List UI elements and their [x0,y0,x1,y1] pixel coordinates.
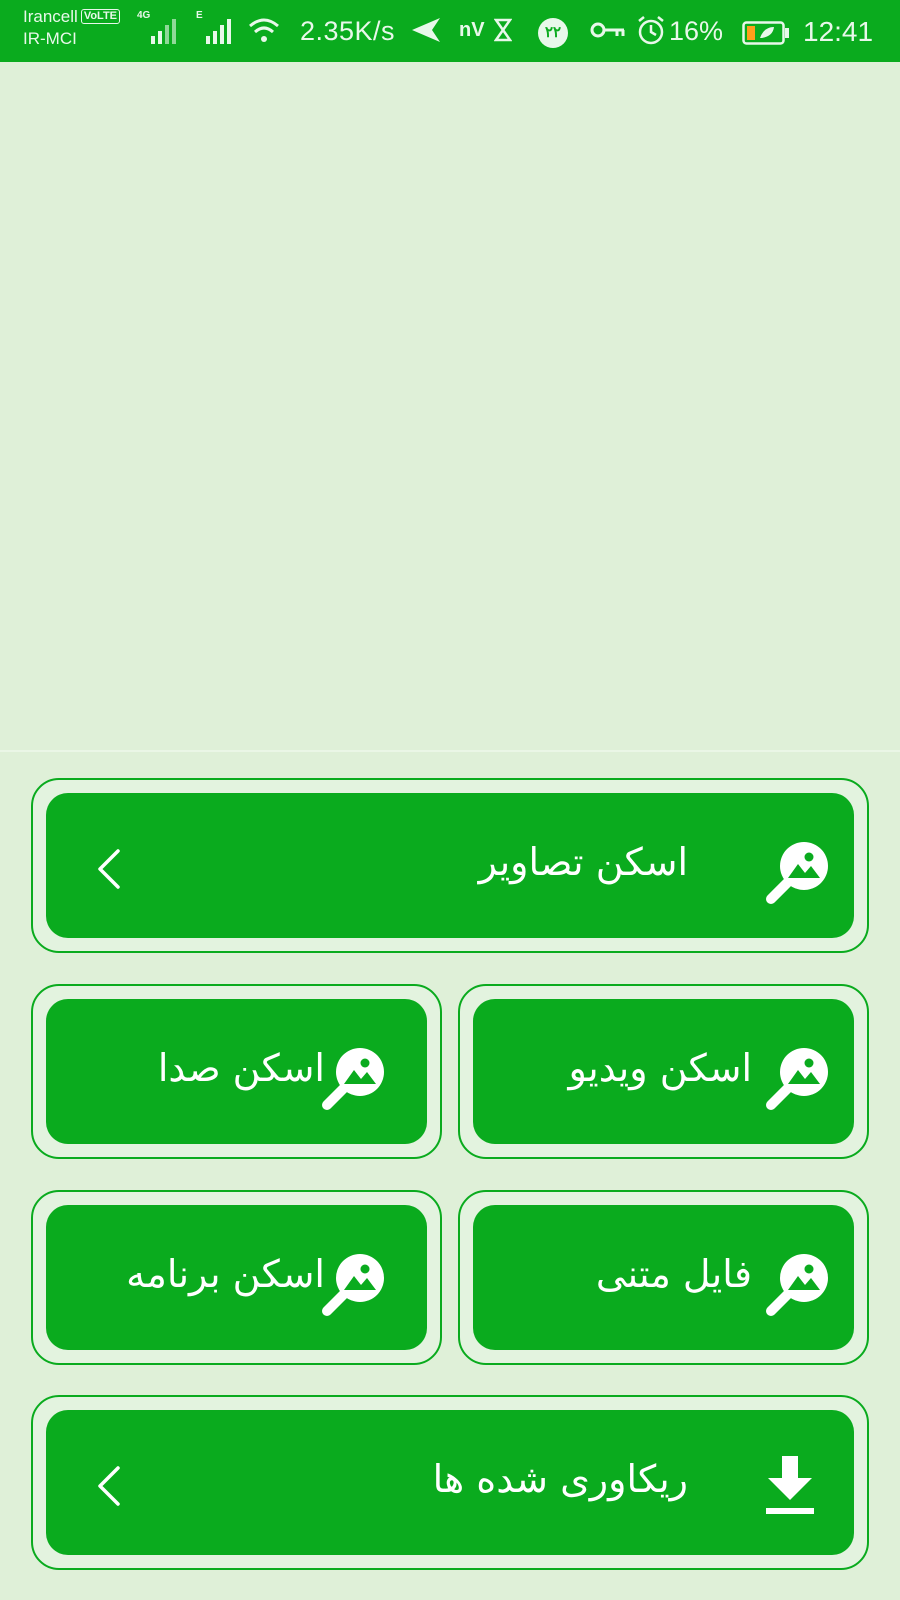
carrier-name: Irancell [23,7,78,26]
carrier-info: Irancell VoLTE IR-MCI [23,6,121,50]
search-image-icon [322,1048,384,1110]
scan-audio-frame: اسکن صدا [31,984,442,1159]
send-icon [410,14,442,51]
network-speed: 2.35K/s [300,16,396,46]
scan-video-button[interactable]: اسکن ویدیو [473,999,854,1144]
search-image-icon [766,1048,828,1110]
battery-icon [742,21,790,45]
clock: 12:41 [803,16,874,47]
signal-4g-icon: 4G [137,10,181,51]
search-image-icon [766,1254,828,1316]
chevron-left-icon [98,1466,120,1506]
scan-images-label: اسکن تصاویر [478,840,688,884]
text-file-label: فایل متنی [595,1252,752,1296]
text-file-button[interactable]: فایل متنی [473,1205,854,1350]
divider [0,750,900,752]
recovered-button[interactable]: ریکاوری شده ها [46,1410,854,1555]
signal-e-icon: E [196,10,240,51]
text-file-frame: فایل متنی [458,1190,869,1365]
volte-badge: VoLTE [80,9,121,24]
hourglass-icon [493,14,513,51]
scan-images-button[interactable]: اسکن تصاویر [46,793,854,938]
chevron-left-icon [98,849,120,889]
battery-percent: 16% [669,16,724,46]
search-image-icon [322,1254,384,1316]
status-bar: Irancell VoLTE IR-MCI 4G E 2.35K/s nV ۲۲… [0,0,900,62]
alarm-icon [635,14,667,51]
scan-images-frame: اسکن تصاویر [31,778,869,953]
scan-apps-label: اسکن برنامه [126,1252,325,1296]
key-icon [590,14,626,51]
scan-audio-label: اسکن صدا [157,1046,325,1090]
scan-apps-button[interactable]: اسکن برنامه [46,1205,427,1350]
download-icon [766,1456,814,1514]
search-image-icon [766,842,828,904]
scan-video-frame: اسکن ویدیو [458,984,869,1159]
recovered-label: ریکاوری شده ها [432,1457,688,1501]
scan-audio-button[interactable]: اسکن صدا [46,999,427,1144]
scan-apps-frame: اسکن برنامه [31,1190,442,1365]
content-area [0,62,900,750]
notification-badge: ۲۲ [538,18,568,48]
recovered-frame: ریکاوری شده ها [31,1395,869,1570]
carrier-name-2: IR-MCI [23,29,77,48]
wifi-icon [248,14,280,51]
nv-label: nV [459,19,485,41]
scan-video-label: اسکن ویدیو [568,1046,752,1090]
